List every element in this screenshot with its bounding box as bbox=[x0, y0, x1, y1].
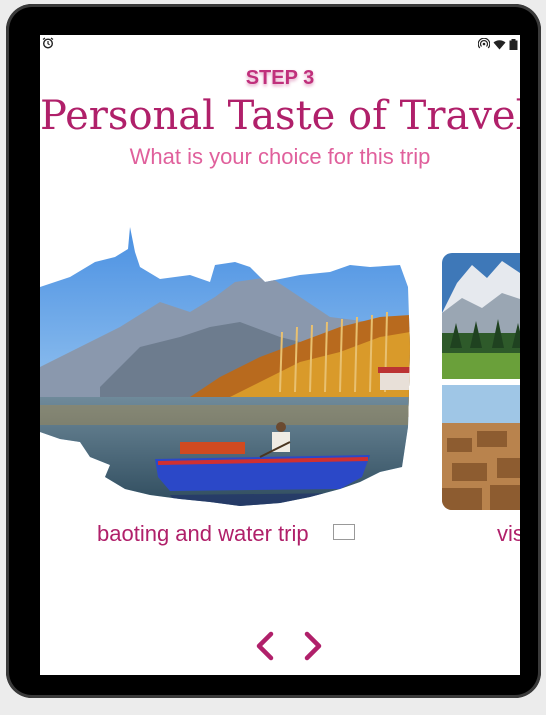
alarm-icon bbox=[42, 36, 54, 49]
page-title: Personal Taste of Travel bbox=[40, 93, 520, 139]
card-water-trip-checkbox[interactable] bbox=[333, 524, 355, 540]
page-subtitle: What is your choice for this trip bbox=[129, 144, 431, 169]
battery-icon bbox=[509, 37, 518, 55]
tablet-frame: STEP 3 Personal Taste of Travel What is … bbox=[6, 4, 541, 698]
hotspot-icon bbox=[477, 37, 491, 55]
wifi-icon bbox=[493, 37, 506, 55]
card-water-trip-label[interactable]: baoting and water trip bbox=[97, 521, 309, 547]
step-indicator: STEP 3 bbox=[245, 67, 315, 89]
card-water-trip-image[interactable] bbox=[40, 227, 410, 509]
next-button[interactable] bbox=[300, 631, 326, 665]
chevron-left-icon bbox=[255, 631, 275, 666]
prev-button[interactable] bbox=[252, 631, 278, 665]
card-visit-image[interactable] bbox=[442, 253, 520, 510]
chevron-right-icon bbox=[303, 631, 323, 666]
card-visit-label[interactable]: vis bbox=[497, 521, 520, 547]
status-bar bbox=[40, 35, 520, 51]
app-screen: STEP 3 Personal Taste of Travel What is … bbox=[40, 35, 520, 675]
